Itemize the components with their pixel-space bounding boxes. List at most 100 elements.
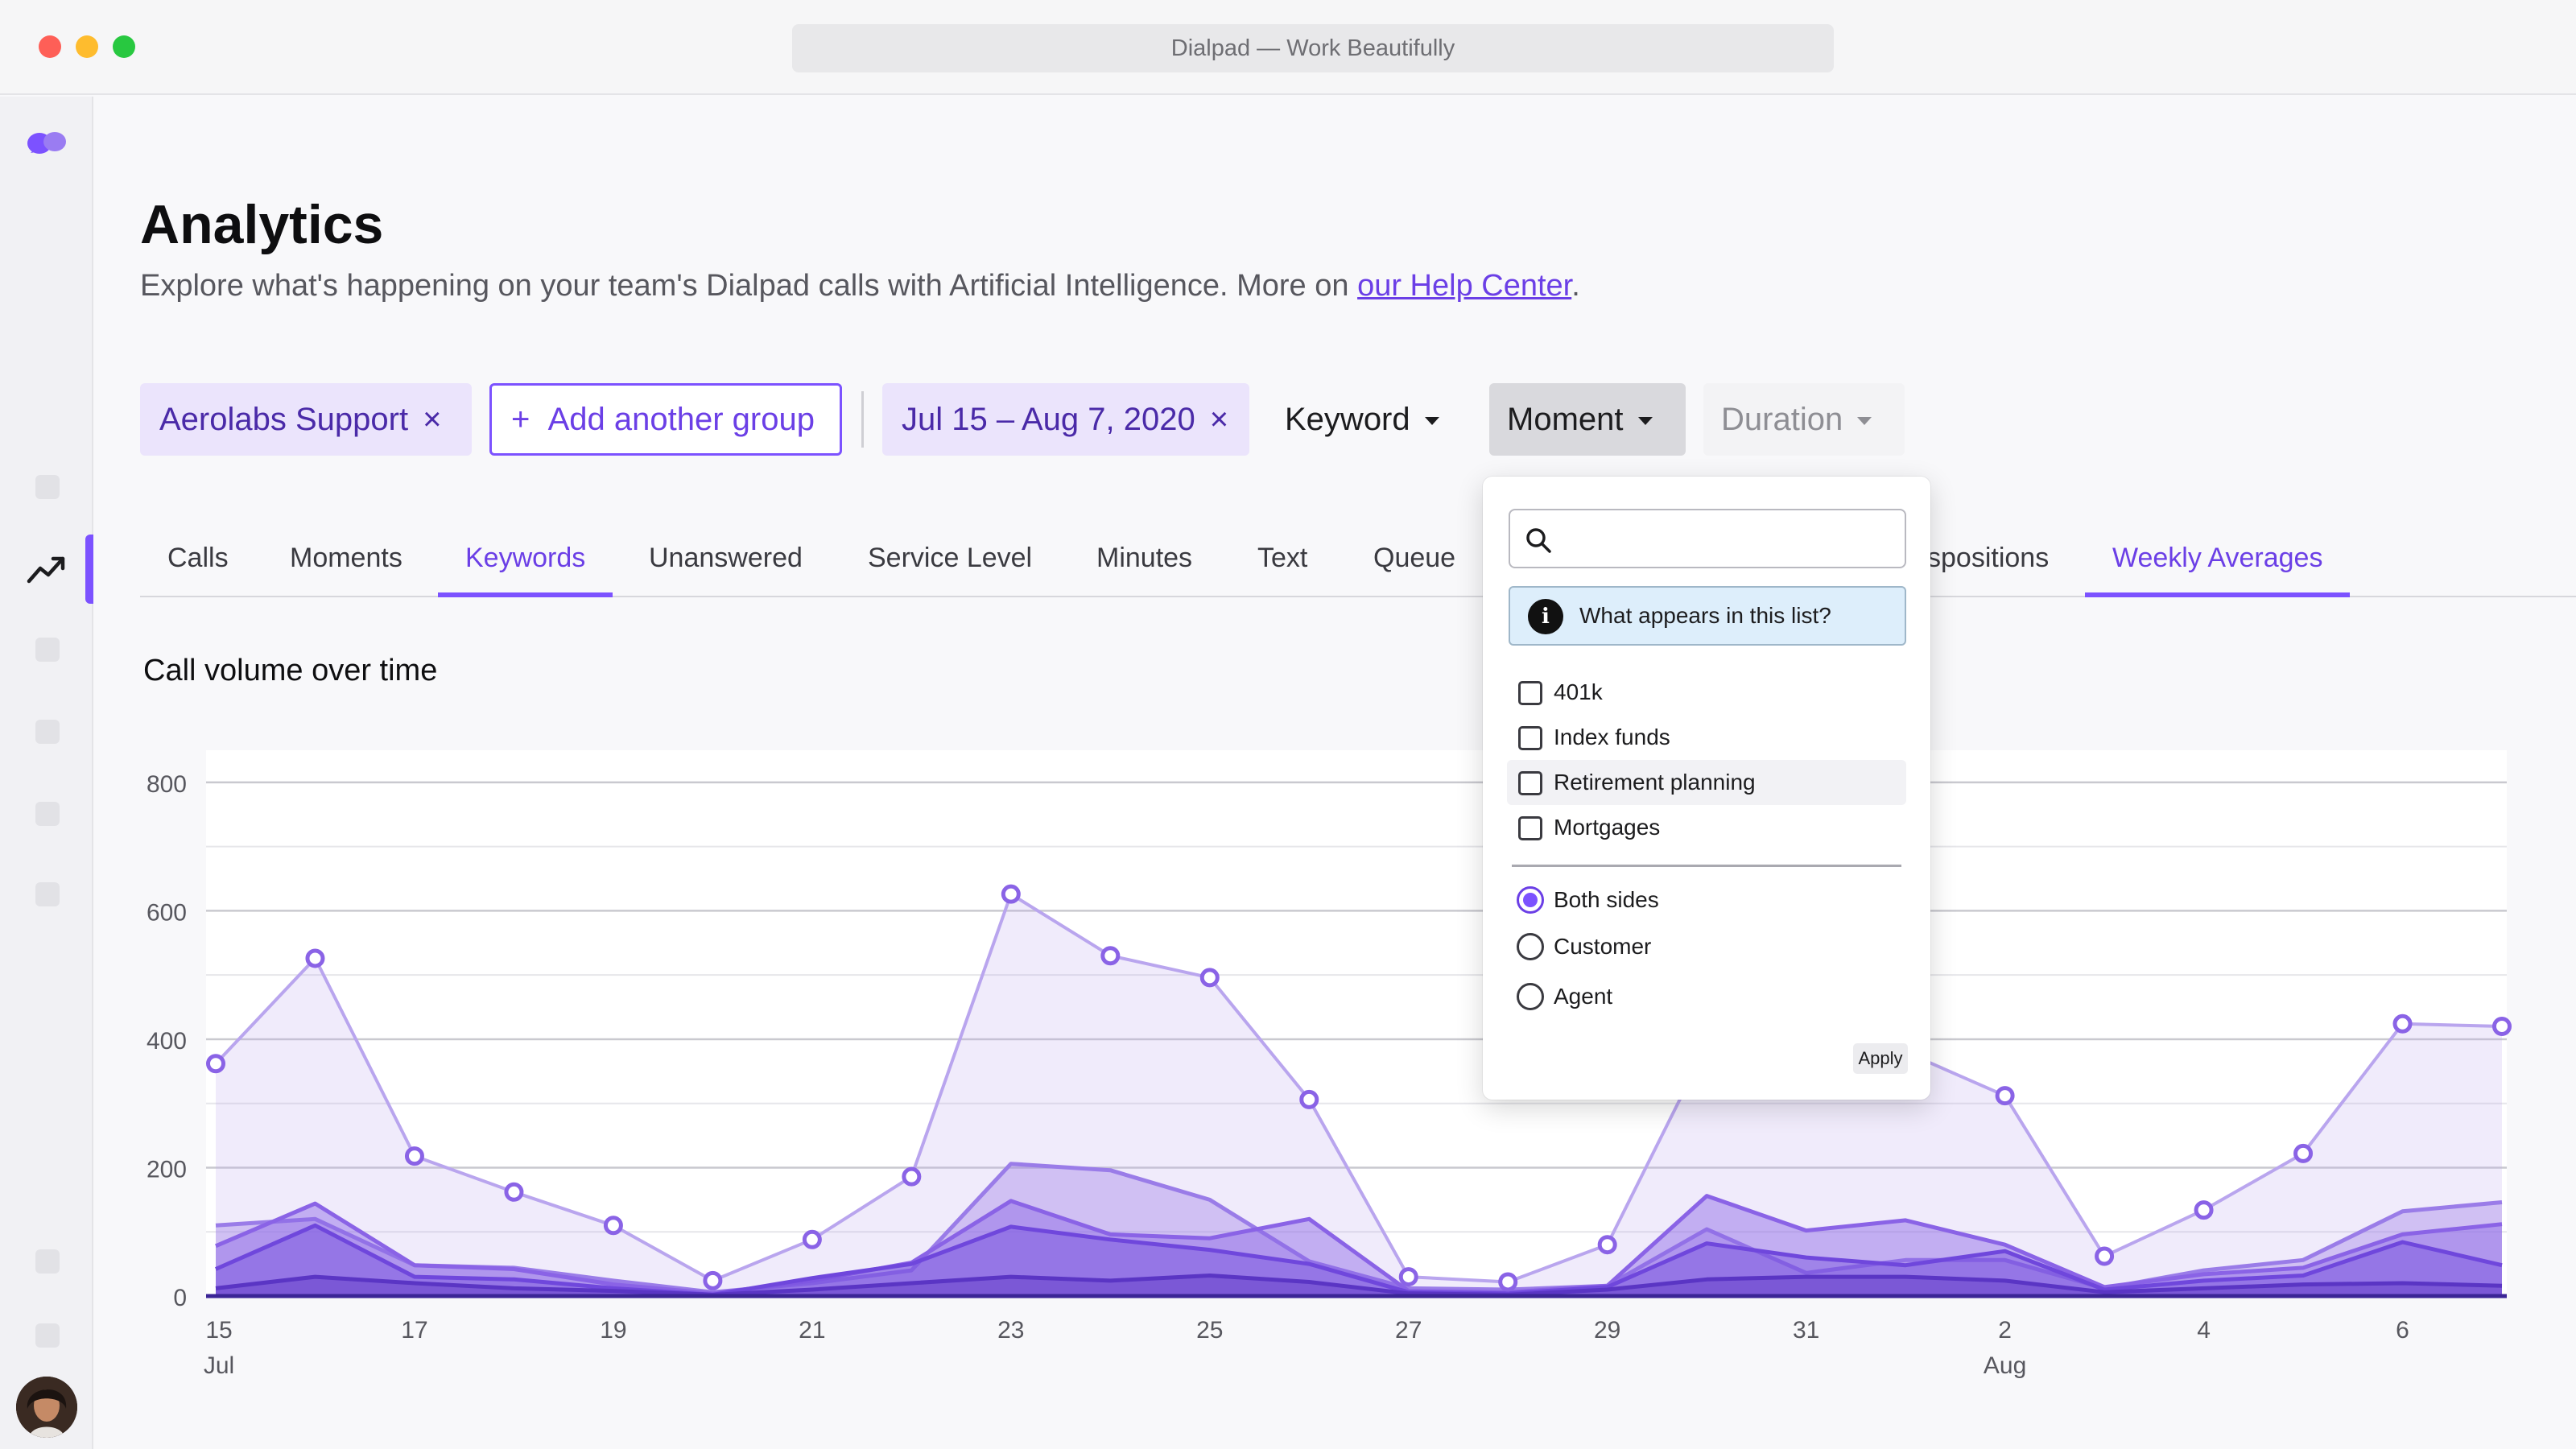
tab-service-level[interactable]: Service Level bbox=[840, 520, 1059, 597]
add-group-button[interactable]: + Add another group bbox=[489, 383, 842, 456]
analytics-trend-icon[interactable] bbox=[26, 551, 68, 588]
keyword-option-401k[interactable]: 401k bbox=[1507, 670, 1906, 715]
keyword-dropdown-label: Keyword bbox=[1285, 402, 1410, 437]
data-point-marker[interactable] bbox=[1299, 1089, 1319, 1109]
data-point-marker[interactable] bbox=[603, 1216, 623, 1236]
keyword-option-index-funds[interactable]: Index funds bbox=[1507, 715, 1906, 760]
popover-search-field[interactable] bbox=[1509, 509, 1906, 568]
side-option-label: Both sides bbox=[1554, 887, 1659, 912]
sidebar-nav-item[interactable] bbox=[35, 882, 60, 906]
data-point-marker[interactable] bbox=[2392, 1013, 2413, 1034]
group-filter-chip[interactable]: Aerolabs Support × bbox=[140, 383, 472, 456]
tab-text[interactable]: Text bbox=[1230, 520, 1335, 597]
data-point-marker[interactable] bbox=[703, 1270, 723, 1290]
keyword-option-retirement-planning[interactable]: Retirement planning bbox=[1507, 760, 1906, 805]
close-window-button[interactable] bbox=[39, 35, 61, 58]
y-tick-label: 400 bbox=[147, 1028, 187, 1055]
tab-minutes[interactable]: Minutes bbox=[1069, 520, 1220, 597]
date-range-chip[interactable]: Jul 15 – Aug 7, 2020 × bbox=[882, 383, 1249, 456]
sidebar-nav-item[interactable] bbox=[35, 1323, 60, 1348]
data-point-marker[interactable] bbox=[802, 1229, 822, 1249]
data-point-marker[interactable] bbox=[1100, 946, 1121, 966]
radio-button[interactable] bbox=[1517, 983, 1544, 1010]
remove-date-icon[interactable]: × bbox=[1210, 402, 1228, 437]
subtitle-text: Explore what's happening on your team's … bbox=[140, 269, 1358, 303]
moment-popover: i What appears in this list? 401k Index … bbox=[1483, 477, 1930, 1100]
call-volume-chart: 0 200 400 600 800 15 17 19 21 23 25 27 29 31 2 4 6 Jul Aug bbox=[147, 750, 2512, 1379]
data-point-marker[interactable] bbox=[1498, 1272, 1518, 1292]
apply-button[interactable]: Apply bbox=[1853, 1043, 1908, 1074]
search-icon bbox=[1526, 528, 1551, 553]
side-option-agent[interactable]: Agent bbox=[1507, 974, 1906, 1019]
series-5-area bbox=[216, 1275, 2502, 1296]
chevron-down-icon bbox=[1424, 417, 1439, 426]
list-info-button[interactable]: i What appears in this list? bbox=[1509, 586, 1906, 646]
data-point-marker[interactable] bbox=[305, 948, 325, 968]
data-point-marker[interactable] bbox=[1597, 1235, 1617, 1255]
data-point-marker[interactable] bbox=[404, 1146, 424, 1166]
chart-plot-area bbox=[206, 750, 2507, 1296]
data-point-marker[interactable] bbox=[2194, 1200, 2214, 1220]
data-point-marker[interactable] bbox=[1398, 1267, 1418, 1287]
keyword-dropdown[interactable]: Keyword bbox=[1267, 383, 1452, 456]
dialpad-logo-icon[interactable] bbox=[26, 126, 68, 161]
data-point-marker[interactable] bbox=[902, 1166, 922, 1187]
sidebar-nav-item[interactable] bbox=[35, 475, 60, 499]
sidebar-nav-item[interactable] bbox=[35, 720, 60, 744]
series-4-area bbox=[216, 1225, 2502, 1296]
help-center-link[interactable]: our Help Center bbox=[1357, 269, 1571, 303]
checkbox[interactable] bbox=[1518, 681, 1542, 705]
sidebar-nav-item[interactable] bbox=[35, 638, 60, 662]
chart-title: Call volume over time bbox=[143, 654, 438, 687]
checkbox[interactable] bbox=[1518, 771, 1542, 795]
tab-queue[interactable]: Queue bbox=[1346, 520, 1483, 597]
tab-calls[interactable]: Calls bbox=[140, 520, 256, 597]
tab-weekly-averages[interactable]: Weekly Averages bbox=[2085, 520, 2351, 597]
side-option-both-sides[interactable]: Both sides bbox=[1507, 877, 1906, 923]
data-point-marker[interactable] bbox=[504, 1182, 524, 1202]
data-point-marker[interactable] bbox=[1001, 884, 1021, 904]
side-option-customer[interactable]: Customer bbox=[1507, 924, 1906, 969]
x-tick-label: 17 bbox=[401, 1317, 427, 1344]
user-avatar[interactable] bbox=[16, 1377, 77, 1438]
window-title: Dialpad — Work Beautifully bbox=[792, 24, 1834, 72]
data-point-marker[interactable] bbox=[2492, 1016, 2512, 1036]
chevron-down-icon bbox=[1857, 417, 1872, 426]
duration-dropdown[interactable]: Duration bbox=[1703, 383, 1905, 456]
checkbox[interactable] bbox=[1518, 816, 1542, 840]
x-tick-label: 19 bbox=[600, 1317, 626, 1344]
minimize-window-button[interactable] bbox=[76, 35, 98, 58]
data-point-marker[interactable] bbox=[2095, 1246, 2115, 1266]
x-month-label: Jul bbox=[204, 1352, 234, 1379]
sidebar-active-indicator bbox=[85, 535, 93, 604]
y-tick-label: 800 bbox=[147, 771, 187, 798]
page-subtitle: Explore what's happening on your team's … bbox=[140, 269, 1580, 303]
y-tick-label: 200 bbox=[147, 1156, 187, 1183]
y-tick-label: 0 bbox=[173, 1285, 187, 1311]
moment-dropdown[interactable]: Moment bbox=[1489, 383, 1686, 456]
zoom-window-button[interactable] bbox=[113, 35, 135, 58]
x-tick-label: 2 bbox=[1998, 1317, 2012, 1344]
data-point-marker[interactable] bbox=[206, 1054, 225, 1074]
data-point-marker[interactable] bbox=[2293, 1143, 2314, 1163]
checkbox[interactable] bbox=[1518, 726, 1542, 750]
sidebar-nav-item[interactable] bbox=[35, 802, 60, 826]
data-point-marker[interactable] bbox=[1199, 968, 1220, 988]
data-point-marker[interactable] bbox=[1995, 1086, 2015, 1106]
remove-group-icon[interactable]: × bbox=[423, 402, 441, 437]
popover-search-input[interactable] bbox=[1562, 517, 1892, 562]
info-icon: i bbox=[1528, 599, 1563, 634]
tab-unanswered[interactable]: Unanswered bbox=[621, 520, 830, 597]
tab-keywords[interactable]: Keywords bbox=[438, 520, 613, 597]
radio-button[interactable] bbox=[1517, 933, 1544, 960]
keyword-option-label: Retirement planning bbox=[1554, 770, 1756, 795]
tab-moments[interactable]: Moments bbox=[262, 520, 430, 597]
series-5-line bbox=[215, 1274, 2503, 1297]
radio-button[interactable] bbox=[1517, 886, 1544, 914]
window-titlebar: Dialpad — Work Beautifully bbox=[0, 0, 2576, 95]
keyword-option-label: Mortgages bbox=[1554, 815, 1661, 840]
series-1-line bbox=[214, 892, 2503, 1284]
sidebar-nav-item[interactable] bbox=[35, 1249, 60, 1274]
duration-dropdown-label: Duration bbox=[1721, 402, 1843, 437]
keyword-option-mortgages[interactable]: Mortgages bbox=[1507, 805, 1906, 850]
